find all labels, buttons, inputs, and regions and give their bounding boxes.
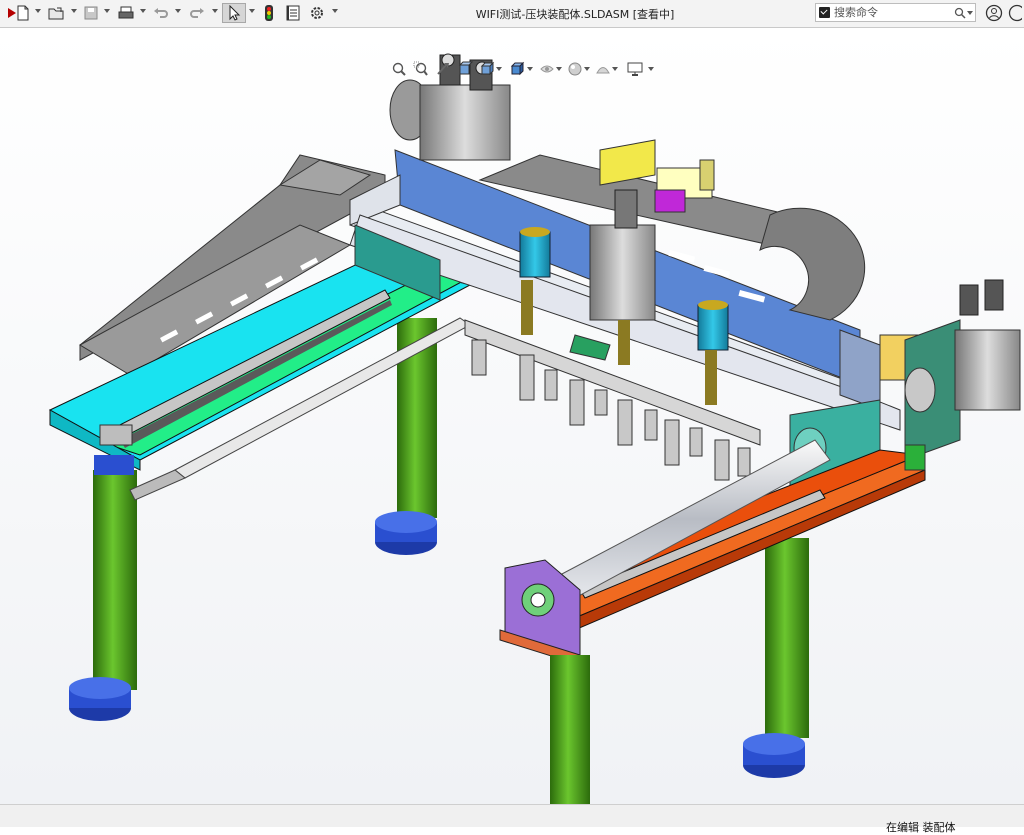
leg-back-right [743, 538, 809, 778]
zoom-to-fit-icon[interactable] [390, 60, 408, 78]
search-dropdown-icon[interactable] [967, 11, 973, 15]
appearance-icon[interactable] [566, 60, 584, 78]
search-input[interactable] [834, 5, 952, 20]
zoom-area-icon[interactable] [412, 60, 430, 78]
save-dropdown-icon[interactable] [104, 9, 110, 13]
open-icon[interactable] [46, 3, 68, 23]
options-icon[interactable] [306, 3, 328, 23]
help-icon[interactable] [1007, 3, 1023, 23]
right-servo-motor [879, 279, 1021, 461]
new-icon[interactable] [12, 3, 34, 23]
scene-dropdown-icon[interactable] [612, 67, 618, 71]
file-properties-icon[interactable] [282, 3, 304, 23]
undo-icon[interactable] [150, 3, 172, 23]
graphics-viewport[interactable] [0, 28, 1024, 804]
previous-view-icon[interactable] [434, 60, 452, 78]
user-account-icon[interactable] [983, 3, 1005, 23]
assembly-model[interactable] [0, 28, 1024, 804]
print-icon[interactable] [115, 3, 137, 23]
leg-front-right [550, 655, 590, 804]
status-text: 在编辑 装配体 [886, 821, 956, 834]
traffic-light-icon[interactable] [258, 3, 280, 23]
leg-front-left [69, 455, 137, 721]
options-dropdown-icon[interactable] [332, 9, 338, 13]
view-orientation-icon[interactable] [478, 60, 496, 78]
document-title: WIFI测试-压块装配体.SLDASM [查看中] [475, 8, 675, 21]
command-prompt-icon [819, 7, 830, 18]
display-settings-dropdown-icon[interactable] [648, 67, 654, 71]
hide-show-icon[interactable] [538, 60, 556, 78]
display-style-icon[interactable] [508, 60, 526, 78]
top-toolbar: WIFI测试-压块装配体.SLDASM [查看中] [0, 0, 1024, 28]
appearance-dropdown-icon[interactable] [584, 67, 590, 71]
status-bar: 在编辑 装配体 [0, 804, 1024, 834]
redo-icon[interactable] [186, 3, 208, 23]
display-style-dropdown-icon[interactable] [527, 67, 533, 71]
select-dropdown-icon[interactable] [249, 9, 255, 13]
section-view-icon[interactable] [456, 60, 474, 78]
undo-dropdown-icon[interactable] [175, 9, 181, 13]
heads-up-view-toolbar [390, 58, 660, 80]
select-icon[interactable] [222, 3, 246, 23]
scene-icon[interactable] [594, 60, 612, 78]
command-search[interactable] [815, 3, 976, 22]
search-icon[interactable] [954, 7, 966, 19]
new-dropdown-icon[interactable] [35, 9, 41, 13]
redo-dropdown-icon[interactable] [212, 9, 218, 13]
display-settings-icon[interactable] [626, 60, 644, 78]
open-dropdown-icon[interactable] [71, 9, 77, 13]
save-icon[interactable] [80, 3, 102, 23]
hide-show-dropdown-icon[interactable] [556, 67, 562, 71]
view-orientation-dropdown-icon[interactable] [496, 67, 502, 71]
print-dropdown-icon[interactable] [140, 9, 146, 13]
